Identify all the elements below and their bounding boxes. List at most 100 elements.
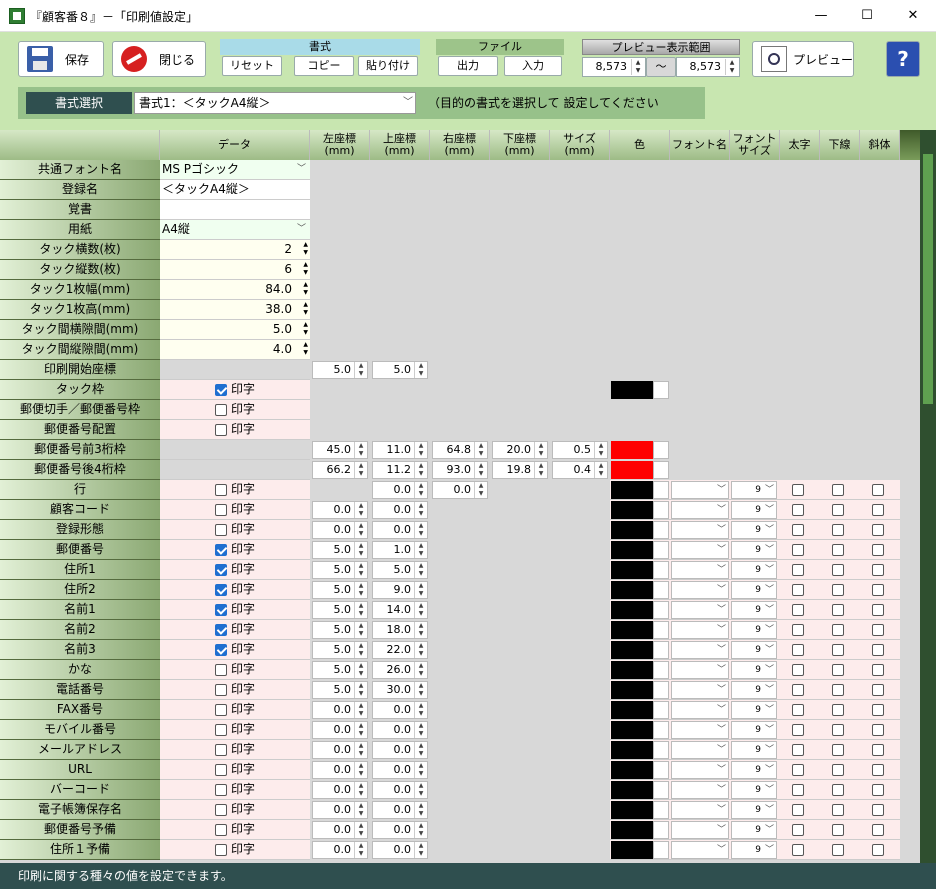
left-coord-input[interactable]: 45.0 ▲ ▼ [312,441,368,459]
print-checkbox-cell[interactable]: 印字 [160,680,310,700]
font-name-select[interactable]: ﹀ [671,581,729,599]
spin-icon[interactable]: ▲ ▼ [414,722,427,738]
spin-icon[interactable]: ▲ ▼ [534,442,547,458]
spin-icon[interactable]: ▲ ▼ [414,702,427,718]
data-input[interactable]: 84.0 ▲ ▼ [160,280,310,300]
spin-icon[interactable]: ▲ ▼ [354,502,367,518]
spin-icon[interactable]: ▲ ▼ [414,562,427,578]
bold-checkbox[interactable] [792,544,804,556]
paste-button[interactable]: 貼り付け [358,56,418,76]
spin-icon[interactable]: ▲ ▼ [414,502,427,518]
spin-icon[interactable]: ▲ ▼ [725,59,738,75]
spin-icon[interactable]: ▲ ▼ [414,662,427,678]
save-button[interactable]: 保存 [18,41,104,77]
left-coord-input[interactable]: 5.0 ▲ ▼ [312,541,368,559]
print-checkbox-cell[interactable]: 印字 [160,740,310,760]
color-swatch[interactable] [611,821,653,839]
left-coord-input[interactable]: 0.0 ▲ ▼ [312,741,368,759]
spin-icon[interactable]: ▲ ▼ [414,362,427,378]
color-dropdown-icon[interactable] [653,761,669,779]
color-dropdown-icon[interactable] [653,801,669,819]
print-checkbox-cell[interactable]: 印字 [160,820,310,840]
close-window-button[interactable]: ✕ [890,0,936,32]
color-swatch[interactable] [611,581,653,599]
left-coord-input[interactable]: 5.0 ▲ ▼ [312,561,368,579]
bold-checkbox[interactable] [792,824,804,836]
bold-checkbox[interactable] [792,724,804,736]
bold-checkbox[interactable] [792,564,804,576]
underline-checkbox[interactable] [832,764,844,776]
print-checkbox-cell[interactable]: 印字 [160,780,310,800]
italic-checkbox[interactable] [872,744,884,756]
spin-icon[interactable]: ▲ ▼ [303,301,308,317]
font-name-select[interactable]: ﹀ [671,841,729,859]
spin-icon[interactable]: ▲ ▼ [354,822,367,838]
color-swatch[interactable] [611,521,653,539]
underline-checkbox[interactable] [832,604,844,616]
color-dropdown-icon[interactable] [653,601,669,619]
bold-checkbox[interactable] [792,844,804,856]
top-coord-input[interactable]: 5.0 ▲ ▼ [372,361,428,379]
font-size-select[interactable]: 9 ﹀ [731,761,777,779]
top-coord-input[interactable]: 0.0 ▲ ▼ [372,761,428,779]
underline-checkbox[interactable] [832,504,844,516]
bold-checkbox[interactable] [792,644,804,656]
print-checkbox[interactable] [214,403,227,416]
scroll-thumb[interactable] [923,154,933,404]
left-coord-input[interactable]: 5.0 ▲ ▼ [312,621,368,639]
reset-button[interactable]: リセット [222,56,282,76]
data-input[interactable]: ＜タックA4縦＞ [160,180,310,200]
print-checkbox[interactable] [214,823,227,836]
data-input[interactable]: 5.0 ▲ ▼ [160,320,310,340]
font-size-select[interactable]: 9 ﹀ [731,801,777,819]
spin-icon[interactable]: ▲ ▼ [414,462,427,478]
print-checkbox-cell[interactable]: 印字 [160,380,310,400]
font-name-select[interactable]: ﹀ [671,601,729,619]
left-coord-input[interactable]: 0.0 ▲ ▼ [312,501,368,519]
top-coord-input[interactable]: 9.0 ▲ ▼ [372,581,428,599]
left-coord-input[interactable]: 0.0 ▲ ▼ [312,841,368,859]
underline-checkbox[interactable] [832,644,844,656]
italic-checkbox[interactable] [872,724,884,736]
font-size-select[interactable]: 9 ﹀ [731,741,777,759]
spin-icon[interactable]: ▲ ▼ [354,842,367,858]
font-size-select[interactable]: 9 ﹀ [731,681,777,699]
color-swatch[interactable] [611,441,653,459]
left-coord-input[interactable]: 5.0 ▲ ▼ [312,681,368,699]
color-swatch[interactable] [611,381,653,399]
font-name-select[interactable]: ﹀ [671,741,729,759]
bold-checkbox[interactable] [792,684,804,696]
spin-icon[interactable]: ▲ ▼ [414,842,427,858]
print-checkbox-cell[interactable]: 印字 [160,700,310,720]
color-dropdown-icon[interactable] [653,701,669,719]
top-coord-input[interactable]: 0.0 ▲ ▼ [372,821,428,839]
preview-range-to[interactable]: 8,573 ▲ ▼ [676,57,740,77]
color-dropdown-icon[interactable] [653,481,669,499]
color-swatch[interactable] [611,621,653,639]
import-button[interactable]: 入力 [504,56,562,76]
minimize-button[interactable]: — [798,0,844,32]
bold-checkbox[interactable] [792,804,804,816]
color-dropdown-icon[interactable] [653,501,669,519]
left-coord-input[interactable]: 5.0 ▲ ▼ [312,641,368,659]
font-name-select[interactable]: ﹀ [671,821,729,839]
print-checkbox-cell[interactable]: 印字 [160,420,310,440]
spin-icon[interactable]: ▲ ▼ [414,622,427,638]
font-name-select[interactable]: ﹀ [671,561,729,579]
left-coord-input[interactable]: 0.0 ▲ ▼ [312,801,368,819]
right-coord-input[interactable]: 64.8 ▲ ▼ [432,441,488,459]
spin-icon[interactable]: ▲ ▼ [414,542,427,558]
print-checkbox-cell[interactable]: 印字 [160,600,310,620]
color-dropdown-icon[interactable] [653,521,669,539]
top-coord-input[interactable]: 0.0 ▲ ▼ [372,481,428,499]
right-coord-input[interactable]: 0.0 ▲ ▼ [432,481,488,499]
italic-checkbox[interactable] [872,824,884,836]
bottom-coord-input[interactable]: 20.0 ▲ ▼ [492,441,548,459]
print-checkbox-cell[interactable]: 印字 [160,720,310,740]
top-coord-input[interactable]: 0.0 ▲ ▼ [372,741,428,759]
color-dropdown-icon[interactable] [653,681,669,699]
spin-icon[interactable]: ▲ ▼ [303,321,308,337]
close-button[interactable]: 閉じる [112,41,206,77]
spin-icon[interactable]: ▲ ▼ [414,642,427,658]
print-checkbox-cell[interactable]: 印字 [160,660,310,680]
